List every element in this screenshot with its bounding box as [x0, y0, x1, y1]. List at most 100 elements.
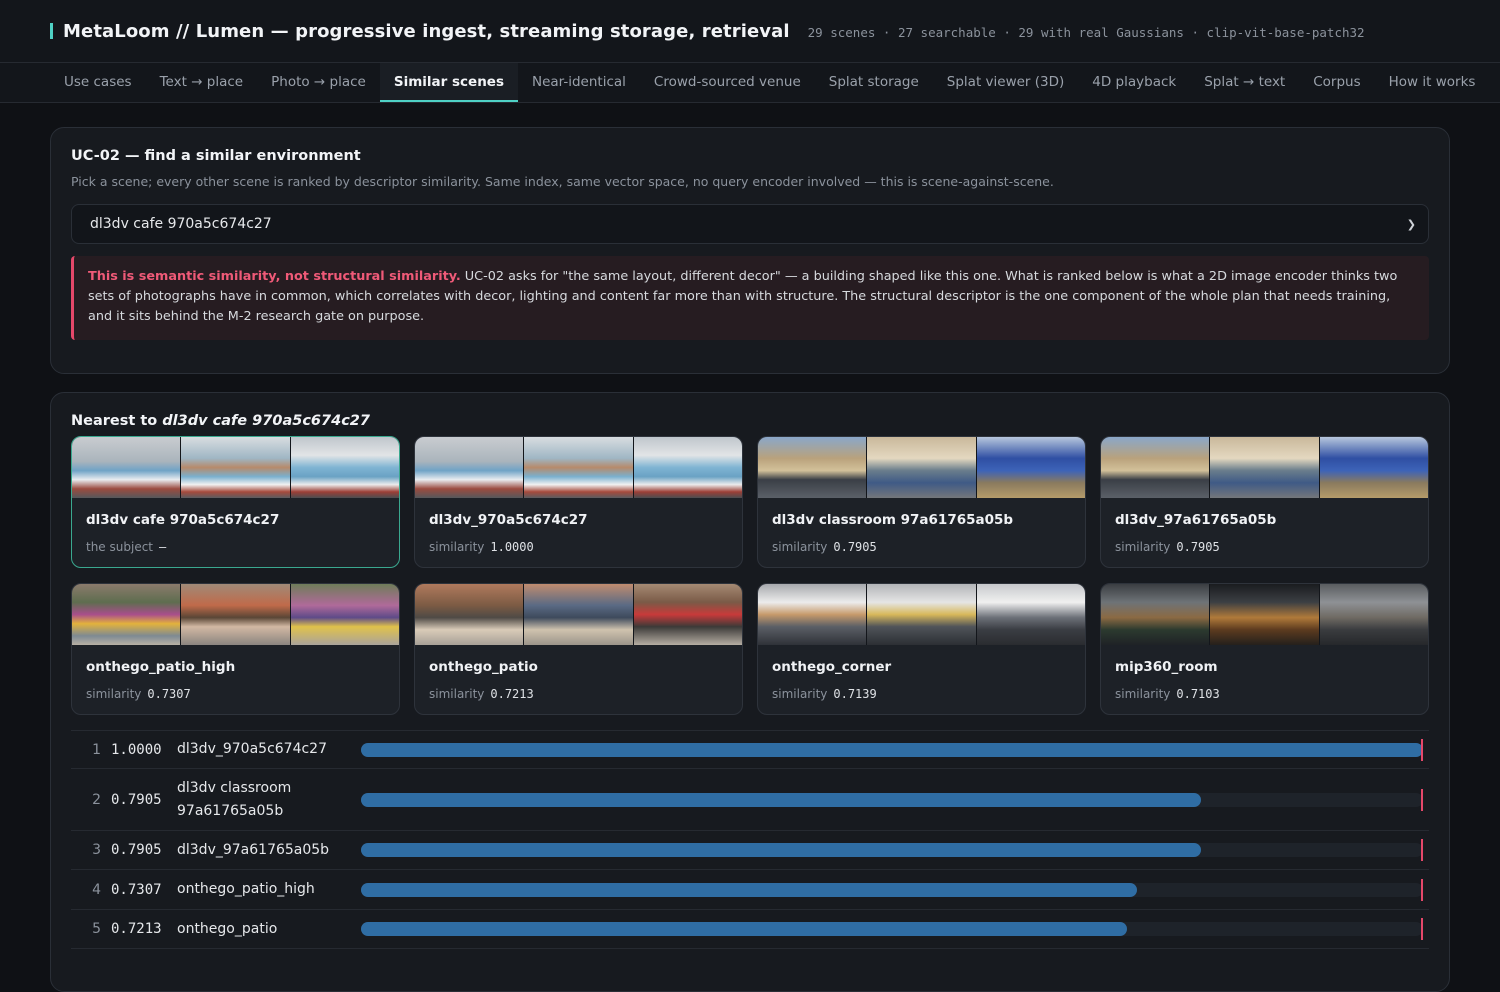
- tab-use-cases[interactable]: Use cases: [50, 63, 146, 102]
- scene-card[interactable]: dl3dv cafe 970a5c674c27 the subject –: [71, 436, 400, 568]
- rank-index: 5: [92, 921, 101, 937]
- scene-thumbnail: [633, 584, 742, 645]
- scene-thumbnail: [415, 584, 525, 645]
- ranking-row[interactable]: 5 0.7213 onthego_patio: [71, 910, 1429, 949]
- similarity-bar-track: [361, 738, 1423, 761]
- scene-card-similarity: similarity 1.0000: [429, 540, 742, 554]
- scene-card-similarity: the subject –: [86, 540, 399, 554]
- rank-scene-name: dl3dv_97a61765a05b: [177, 841, 330, 858]
- top-bar: MetaLoom // Lumen — progressive ingest, …: [0, 0, 1500, 63]
- nearest-panel: Nearest to dl3dv cafe 970a5c674c27 dl3dv…: [50, 392, 1450, 992]
- accent-bar: [50, 23, 53, 39]
- similarity-value: 0.7307: [147, 687, 191, 701]
- scene-card[interactable]: dl3dv_970a5c674c27 similarity 1.0000: [414, 436, 743, 568]
- scene-card-name: dl3dv classroom 97a61765a05b: [772, 512, 1014, 528]
- tab-4d-playback[interactable]: 4D playback: [1078, 63, 1190, 102]
- scene-thumbnail: [181, 584, 291, 645]
- similarity-label: similarity: [772, 687, 828, 701]
- uc02-title: UC-02 — find a similar environment: [71, 148, 361, 164]
- nearest-title-scene: dl3dv cafe 970a5c674c27: [162, 413, 370, 429]
- scene-card-similarity: similarity 0.7905: [772, 540, 1085, 554]
- tab-near-identical[interactable]: Near-identical: [518, 63, 640, 102]
- scene-card-name: dl3dv cafe 970a5c674c27: [86, 512, 280, 528]
- tab-splat-viewer-3d[interactable]: Splat viewer (3D): [933, 63, 1079, 102]
- max-marker: [1421, 878, 1423, 901]
- scene-card-name: dl3dv_970a5c674c27: [429, 512, 588, 528]
- similarity-label: similarity: [1115, 687, 1171, 701]
- max-marker: [1421, 738, 1423, 761]
- app-title: MetaLoom // Lumen — progressive ingest, …: [63, 20, 790, 42]
- similarity-bar-fill: [361, 922, 1128, 936]
- scene-thumbnail: [758, 437, 868, 498]
- scene-thumbnails: [415, 584, 742, 645]
- rank-index: 4: [92, 881, 101, 898]
- tab-f[interactable]: F: [1489, 63, 1500, 102]
- scene-card-name: onthego_corner: [772, 659, 892, 675]
- tab-text-place[interactable]: Text → place: [146, 63, 258, 102]
- max-marker: [1421, 788, 1423, 811]
- scene-thumbnail: [1210, 437, 1320, 498]
- tab-splat-storage[interactable]: Splat storage: [815, 63, 933, 102]
- similarity-value: 0.7905: [833, 540, 877, 554]
- scene-thumbnail: [1101, 584, 1211, 645]
- scene-thumbnails: [758, 437, 1085, 498]
- scene-thumbnail: [867, 437, 977, 498]
- similarity-label: similarity: [429, 540, 485, 554]
- similarity-label: similarity: [1115, 540, 1171, 554]
- scene-thumbnail: [1101, 437, 1211, 498]
- scene-thumbnail: [181, 437, 291, 498]
- rank-scene-name: dl3dv_970a5c674c27: [177, 741, 327, 757]
- scene-thumbnail: [72, 584, 182, 645]
- scene-thumbnail: [976, 584, 1085, 645]
- scene-card[interactable]: onthego_patio similarity 0.7213: [414, 583, 743, 715]
- scene-card[interactable]: onthego_corner similarity 0.7139: [757, 583, 1086, 715]
- similarity-bar-fill: [361, 843, 1201, 857]
- scene-select[interactable]: dl3dv cafe 970a5c674c27 ❯: [71, 204, 1429, 244]
- similarity-bar-track: [361, 918, 1423, 940]
- max-marker: [1421, 839, 1423, 861]
- rank-score: 0.7905: [111, 791, 162, 808]
- scene-card[interactable]: onthego_patio_high similarity 0.7307: [71, 583, 400, 715]
- scene-card[interactable]: mip360_room similarity 0.7103: [1100, 583, 1429, 715]
- scene-thumbnail: [1319, 584, 1428, 645]
- nearest-title: Nearest to dl3dv cafe 970a5c674c27: [71, 413, 1429, 429]
- scene-card-similarity: similarity 0.7213: [429, 687, 742, 701]
- ranking-row[interactable]: 1 1.0000 dl3dv_970a5c674c27: [71, 731, 1429, 769]
- ranking-row[interactable]: 4 0.7307 onthego_patio_high: [71, 870, 1429, 910]
- rank-score: 0.7307: [111, 881, 162, 898]
- scene-card-name: onthego_patio: [429, 659, 538, 675]
- scene-card-name: mip360_room: [1115, 659, 1218, 675]
- scene-thumbnail: [524, 437, 634, 498]
- tab-splat-text[interactable]: Splat → text: [1190, 63, 1299, 102]
- scene-card[interactable]: dl3dv classroom 97a61765a05b similarity 0.…: [757, 436, 1086, 568]
- tab-crowd-sourced-venue[interactable]: Crowd-sourced venue: [640, 63, 815, 102]
- similarity-value: 0.7103: [1176, 687, 1220, 701]
- similarity-label: similarity: [86, 687, 142, 701]
- tab-how-it-works[interactable]: How it works: [1375, 63, 1490, 102]
- scene-thumbnail: [633, 437, 742, 498]
- scene-cards: dl3dv cafe 970a5c674c27 the subject – dl3dv…: [71, 436, 1429, 715]
- similarity-bar-fill: [361, 792, 1201, 807]
- tab-similar-scenes[interactable]: Similar scenes: [379, 63, 518, 102]
- ranking-row[interactable]: 3 0.7905 dl3dv_97a61765a05b: [71, 831, 1429, 870]
- scene-card-similarity: similarity 0.7103: [1115, 687, 1428, 701]
- scene-card[interactable]: dl3dv_97a61765a05b similarity 0.7905: [1100, 436, 1429, 568]
- similarity-value: 0.7213: [490, 687, 534, 701]
- scene-thumbnail: [72, 437, 182, 498]
- ranking-row[interactable]: 2 0.7905 dl3dv classroom 97a61765a05b: [71, 769, 1429, 831]
- rank-scene-name: dl3dv classroom 97a61765a05b: [177, 779, 292, 819]
- tab-corpus[interactable]: Corpus: [1299, 63, 1374, 102]
- chevron-down-icon: ❯: [1406, 217, 1416, 231]
- scene-card-name: dl3dv_97a61765a05b: [1115, 512, 1277, 528]
- scene-thumbnail: [290, 437, 399, 498]
- ranking-list: 1 1.0000 dl3dv_970a5c674c27 2 0.7905 dl3dv cl…: [71, 730, 1429, 949]
- similarity-bar-fill: [361, 742, 1423, 757]
- scene-thumbnail: [290, 584, 399, 645]
- tab-photo-place[interactable]: Photo → place: [257, 63, 380, 102]
- similarity-label: similarity: [429, 687, 485, 701]
- rank-index: 2: [92, 791, 101, 808]
- scene-thumbnail: [976, 437, 1085, 498]
- scene-thumbnails: [758, 584, 1085, 645]
- scene-thumbnail: [1319, 437, 1428, 498]
- rank-scene-name: onthego_patio: [177, 920, 278, 937]
